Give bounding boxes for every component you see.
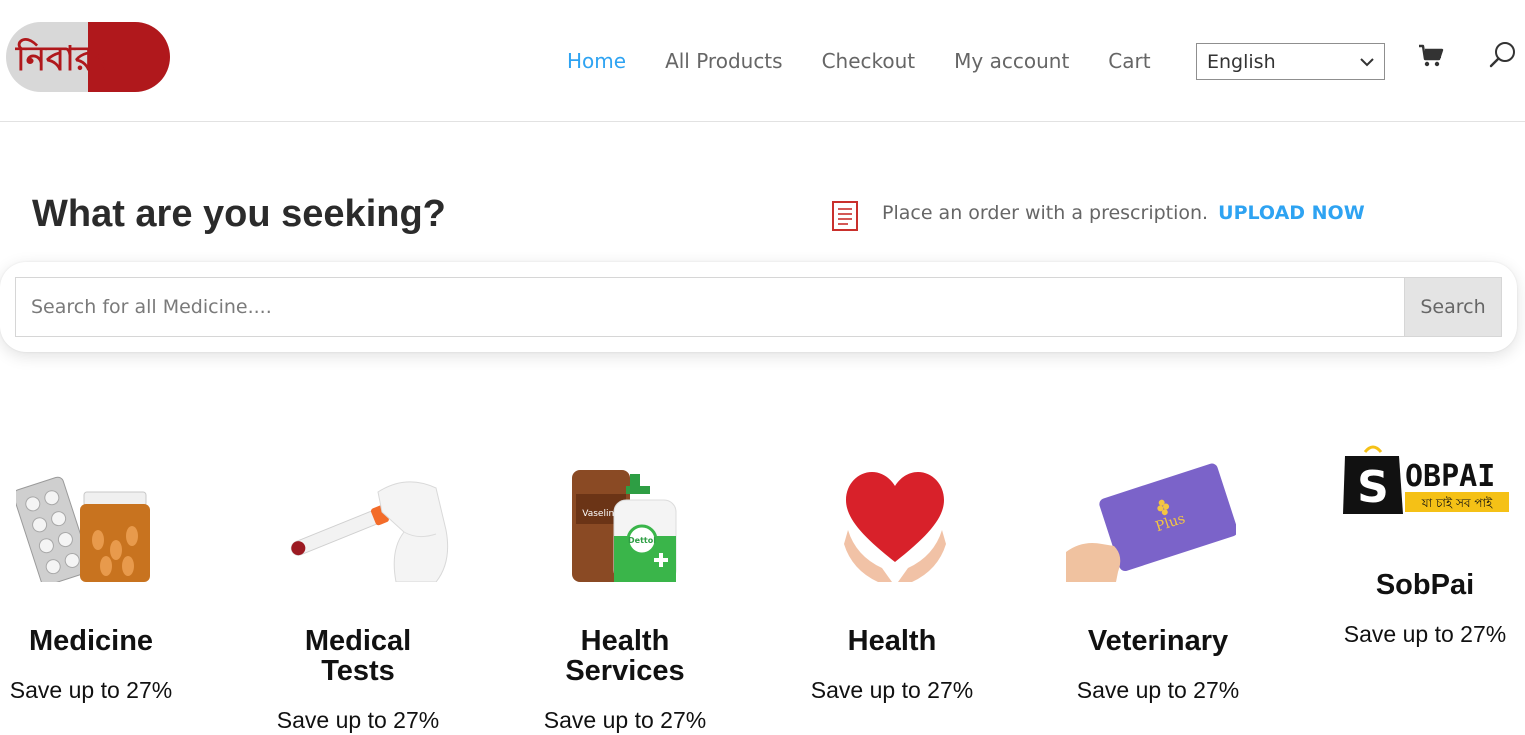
search-button[interactable]: Search <box>1404 277 1502 337</box>
category-save-text: Save up to 27% <box>810 677 974 703</box>
category-name: Health <box>847 625 937 657</box>
vaseline-dettol-image: Vaseline Dettol <box>572 470 677 582</box>
language-select[interactable]: English <box>1196 43 1385 80</box>
svg-text:যা চাই সব পাই: যা চাই সব পাই <box>1421 496 1493 510</box>
svg-text:S: S <box>1357 462 1389 513</box>
chevron-down-icon <box>1360 58 1374 67</box>
category-name: Health Services <box>565 625 685 687</box>
search-input[interactable] <box>15 277 1405 337</box>
category-sobpai[interactable]: S OBPAI যা চাই সব পাই SobPai Save up to … <box>1295 440 1525 660</box>
category-name: Medical Tests <box>304 625 412 687</box>
category-name: Veterinary <box>1087 625 1229 657</box>
category-save-text: Save up to 27% <box>1076 677 1240 703</box>
site-logo[interactable]: নিবারক+ <box>6 22 170 92</box>
nav-all-products[interactable]: All Products <box>665 49 783 73</box>
upload-now-link[interactable]: UPLOAD NOW <box>1218 202 1365 224</box>
search-icon[interactable] <box>1488 40 1518 70</box>
test-tube-image <box>290 481 449 582</box>
category-health[interactable]: Health Save up to 27% <box>762 460 1022 720</box>
category-name: Medicine <box>28 625 154 657</box>
logo-text: নিবারক+ <box>15 38 146 79</box>
prescription-text: Place an order with a prescription. <box>882 202 1209 224</box>
category-save-text: Save up to 27% <box>543 707 707 733</box>
nav-home[interactable]: Home <box>567 49 626 73</box>
medicine-pills-image <box>16 476 150 582</box>
svg-text:OBPAI: OBPAI <box>1405 459 1495 494</box>
main-nav: Home All Products Checkout My account Ca… <box>567 49 1190 73</box>
heart-in-hands-image <box>844 472 946 582</box>
category-health-services[interactable]: Vaseline Dettol Health Services Save up … <box>495 460 755 735</box>
page-title: What are you seeking? <box>32 193 446 235</box>
category-save-text: Save up to 27% <box>9 677 173 703</box>
category-save-text: Save up to 27% <box>276 707 440 733</box>
cart-icon[interactable] <box>1418 44 1444 68</box>
category-medicine[interactable]: Medicine Save up to 27% <box>0 460 200 720</box>
category-veterinary[interactable]: Plus Veterinary Save up to 27% <box>1028 460 1288 720</box>
category-medical-tests[interactable]: Medical Tests Save up to 27% <box>228 460 488 735</box>
language-selected: English <box>1207 50 1276 73</box>
search-bar: Search <box>0 262 1517 352</box>
svg-text:Dettol: Dettol <box>628 536 656 545</box>
prescription-prompt: Place an order with a prescription. UPLO… <box>882 202 1365 224</box>
plus-card-image: Plus <box>1066 463 1236 582</box>
nav-checkout[interactable]: Checkout <box>822 49 916 73</box>
category-name: SobPai <box>1375 569 1475 601</box>
prescription-icon <box>832 201 858 231</box>
category-save-text: Save up to 27% <box>1343 621 1507 647</box>
nav-cart[interactable]: Cart <box>1108 49 1150 73</box>
nav-my-account[interactable]: My account <box>954 49 1069 73</box>
sobpai-logo: S OBPAI যা চাই সব পাই <box>1343 445 1509 514</box>
site-header: নিবারক+ Home All Products Checkout My ac… <box>0 0 1525 122</box>
